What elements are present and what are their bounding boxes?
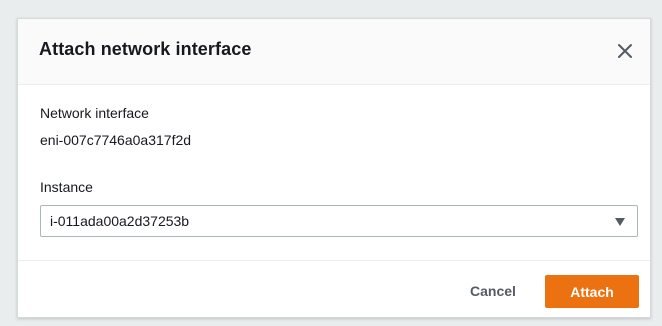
attach-network-interface-dialog: Attach network interface Network interfa… [17, 18, 651, 318]
close-button[interactable] [613, 39, 637, 63]
network-interface-label: Network interface [40, 105, 149, 121]
instance-select-value: i-011ada00a2d37253b [50, 213, 190, 229]
instance-label: Instance [40, 179, 93, 195]
dialog-body: Network interface eni-007c7746a0a317f2d … [18, 85, 650, 261]
instance-select[interactable]: i-011ada00a2d37253b [40, 205, 638, 237]
close-icon [618, 44, 632, 58]
attach-button[interactable]: Attach [545, 275, 639, 308]
cancel-button[interactable]: Cancel [456, 275, 530, 307]
dialog-footer: Cancel Attach [18, 260, 650, 317]
network-interface-value: eni-007c7746a0a317f2d [40, 132, 192, 148]
caret-down-icon [615, 218, 625, 226]
dialog-title: Attach network interface [39, 39, 252, 59]
dialog-header: Attach network interface [18, 19, 650, 85]
